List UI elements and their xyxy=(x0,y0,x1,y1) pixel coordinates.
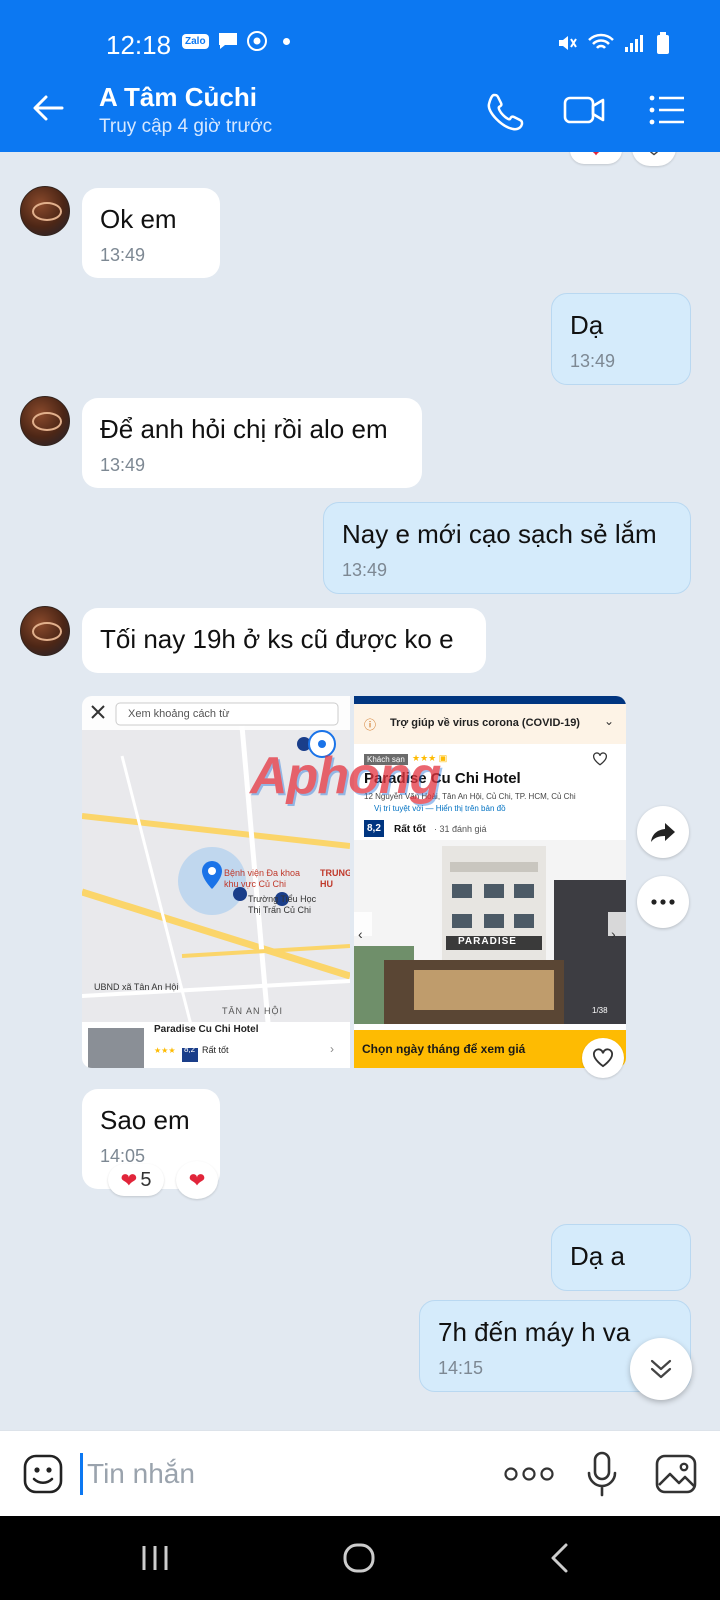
message-notification-icon xyxy=(218,33,237,49)
image-gallery-icon[interactable] xyxy=(654,1453,698,1495)
contact-avatar[interactable] xyxy=(20,396,70,446)
message-text: Dạ a xyxy=(570,1241,625,1271)
covid-banner-text: Trợ giúp về virus corona (COVID-19) xyxy=(390,717,580,729)
hotel-rating-text: Rất tốt xyxy=(394,824,426,835)
battery-icon xyxy=(657,32,669,54)
reaction-count: 5 xyxy=(140,1168,152,1191)
hotel-review-count: · 31 đánh giá xyxy=(434,824,487,834)
video-call-icon[interactable] xyxy=(562,88,606,132)
voice-call-icon[interactable] xyxy=(482,88,526,132)
heart-reaction-icon: ❤ xyxy=(188,1169,206,1192)
map-search-placeholder: Xem khoảng cách từ xyxy=(128,708,230,720)
menu-list-icon[interactable] xyxy=(644,88,688,132)
map-area-label: TÂN AN HỘI xyxy=(222,1006,284,1016)
covid-banner: ⓘ Trợ giúp về virus corona (COVID-19) ⌄ xyxy=(354,704,626,744)
heart-outline-icon xyxy=(649,152,659,156)
hotel-sign-text: PARADISE xyxy=(458,936,517,947)
map-card-chevron-icon: › xyxy=(330,1042,334,1056)
zalo-notification-icon: Zalo xyxy=(182,33,209,49)
heart-reaction-icon: ❤ xyxy=(120,1169,138,1192)
previous-reaction-button[interactable] xyxy=(632,152,676,166)
recent-apps-icon[interactable] xyxy=(140,1544,170,1572)
message-input[interactable]: Tin nhắn xyxy=(80,1453,195,1495)
message-time: 13:49 xyxy=(100,245,146,265)
notification-icons: Zalo xyxy=(182,31,290,51)
more-actions-icon[interactable] xyxy=(504,1467,554,1481)
map-school-label: Trường Tiểu Học Thị Trấn Củ Chi xyxy=(248,894,317,915)
message-text: 7h đến máy h va xyxy=(438,1317,631,1347)
message-composer: Tin nhắn xyxy=(0,1430,720,1516)
share-arrow-icon xyxy=(651,823,675,842)
watermark-text: Aphong xyxy=(250,747,441,805)
message-text: Tối nay 19h ở ks cũ được ko e xyxy=(100,624,454,654)
message-text: Để anh hỏi chị rồi alo em xyxy=(100,414,388,444)
more-notifications-icon xyxy=(282,37,290,45)
back-arrow-icon[interactable] xyxy=(28,88,68,128)
map-hotel-name: Paradise Cu Chi Hotel xyxy=(154,1024,259,1035)
status-bar: 12:18 Zalo xyxy=(0,0,720,68)
heart-outline-icon xyxy=(593,1048,613,1068)
message-bubble-outgoing[interactable]: Nay e mới cạo sạch sẻ lắm 13:49 xyxy=(323,502,691,594)
hotel-photo[interactable] xyxy=(354,840,626,1024)
chat-header: A Tâm Củchi Truy cập 4 giờ trước xyxy=(0,68,720,152)
message-list[interactable]: ❤ Ok em 13:49 Dạ 13:49 Để anh hỏi chị rồ… xyxy=(0,152,720,1430)
message-text: Ok em xyxy=(100,204,177,234)
system-back-icon[interactable] xyxy=(548,1542,570,1574)
reaction-summary[interactable]: ❤ 5 xyxy=(108,1164,164,1196)
more-options-button[interactable] xyxy=(637,876,689,928)
status-time: 12:18 xyxy=(106,30,172,60)
system-navigation-bar xyxy=(0,1516,720,1600)
chrome-notification-icon xyxy=(246,31,267,51)
message-text: Nay e mới cạo sạch sẻ lắm xyxy=(342,519,657,549)
system-icons xyxy=(556,32,670,54)
add-reaction-button[interactable]: ❤ xyxy=(176,1161,218,1199)
message-time: 13:49 xyxy=(100,455,146,475)
message-time: 13:49 xyxy=(570,351,616,371)
signal-icon xyxy=(625,35,643,52)
contact-name[interactable]: A Tâm Củchi xyxy=(99,82,257,113)
message-bubble-outgoing[interactable]: Dạ a xyxy=(551,1224,691,1291)
hotel-rating-score: 8,2 xyxy=(364,820,384,837)
scroll-to-bottom-button[interactable] xyxy=(630,1338,692,1400)
contact-avatar[interactable] xyxy=(20,606,70,656)
microphone-icon[interactable] xyxy=(586,1451,618,1497)
chevron-down-icon: ⌄ xyxy=(604,714,615,728)
photo-prev-icon[interactable]: ‹ xyxy=(358,926,363,942)
hotel-top-strip xyxy=(354,696,626,704)
hotel-cta-text: Chọn ngày tháng để xem giá xyxy=(362,1042,526,1056)
message-text: Sao em xyxy=(100,1105,190,1135)
map-rating-score: 8,2 xyxy=(184,1045,196,1054)
forward-button[interactable] xyxy=(637,806,689,858)
info-icon: ⓘ xyxy=(364,718,377,732)
wifi-icon xyxy=(588,33,614,49)
map-hospital-label: Bệnh viện Đa khoa khu vực Củ Chi xyxy=(224,868,301,889)
ellipsis-icon xyxy=(651,899,675,905)
contact-last-seen: Truy cập 4 giờ trước xyxy=(99,116,273,137)
double-chevron-down-icon xyxy=(650,1359,672,1379)
message-bubble-incoming[interactable]: Tối nay 19h ở ks cũ được ko e xyxy=(82,608,486,673)
message-bubble-incoming[interactable]: Để anh hỏi chị rồi alo em 13:49 xyxy=(82,398,422,488)
emoji-sticker-icon[interactable] xyxy=(22,1453,64,1495)
message-time: 13:49 xyxy=(342,560,388,580)
previous-reaction-heart[interactable]: ❤ xyxy=(570,152,622,164)
map-rating-text: Rất tốt xyxy=(202,1045,229,1055)
save-heart-icon[interactable] xyxy=(592,752,608,766)
mute-icon xyxy=(559,36,577,50)
photo-counter: 1/38 xyxy=(592,1006,608,1015)
contact-avatar[interactable] xyxy=(20,186,70,236)
home-icon[interactable] xyxy=(342,1542,376,1574)
map-rating-stars: ★★★ xyxy=(154,1046,176,1055)
map-center-label: TRUNG HU xyxy=(320,868,350,889)
image-reaction-button[interactable] xyxy=(582,1038,624,1078)
map-ubnd-label: UBND xã Tân An Hội xyxy=(94,982,179,992)
message-bubble-outgoing[interactable]: Dạ 13:49 xyxy=(551,293,691,385)
photo-next-icon[interactable]: › xyxy=(611,926,616,942)
message-text: Dạ xyxy=(570,310,604,340)
message-bubble-incoming[interactable]: Ok em 13:49 xyxy=(82,188,220,278)
